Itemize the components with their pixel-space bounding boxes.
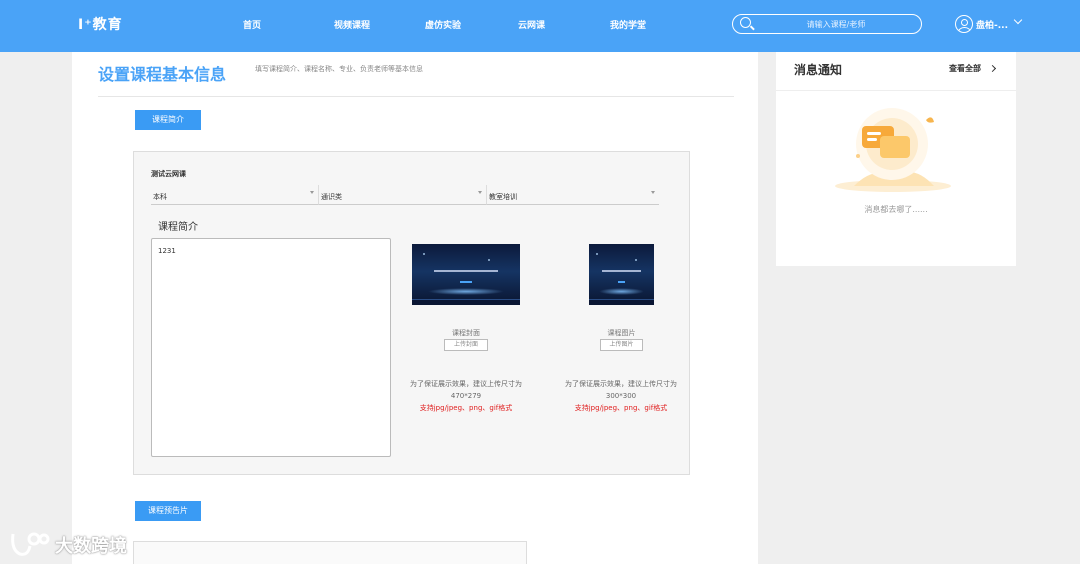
chevron-down-icon[interactable] [1013, 15, 1023, 25]
page-title: 设置课程基本信息 [98, 65, 227, 84]
dropdown-arrow-icon [651, 191, 655, 194]
page-subtitle: 填写课程简介、课程名称、专业、负责老师等基本信息 [255, 65, 423, 73]
cover-size-hint: 为了保证展示效果，建议上传尺寸为470*279 支持jpg/jpeg、png、g… [406, 378, 526, 414]
course-picture-image [589, 244, 654, 305]
upload-cover-button[interactable]: 上传封面 [444, 339, 488, 351]
view-all-link[interactable]: 查看全部 [949, 63, 981, 74]
notification-title: 消息通知 [794, 63, 843, 77]
category-select[interactable]: 通识类 [319, 185, 487, 205]
user-name[interactable]: 盘柏-... [976, 18, 1008, 31]
nav-my-school[interactable]: 我的学堂 [610, 18, 646, 31]
picture-size-hint: 为了保证展示效果，建议上传尺寸为300*300 支持jpg/jpeg、png、g… [561, 378, 681, 414]
level-select[interactable]: 本科 [151, 185, 319, 205]
watermark-logo-icon [11, 532, 50, 556]
nav-cloud-class[interactable]: 云网课 [518, 18, 545, 31]
level-select-value: 本科 [153, 193, 167, 201]
category-select-value: 通识类 [321, 193, 342, 201]
empty-message-icon [835, 108, 951, 192]
search-box [732, 14, 922, 34]
cover-label: 课程封面 [452, 329, 480, 337]
upload-picture-button[interactable]: 上传图片 [600, 339, 643, 351]
picture-label: 课程图片 [607, 329, 636, 337]
top-nav-bar: I⁺教育 首页 视频课程 虚仿实验 云网课 我的学堂 盘柏-... [0, 0, 1080, 52]
course-trailer-button[interactable]: 课程预告片 [135, 501, 201, 521]
course-intro-textarea[interactable] [151, 238, 391, 457]
course-name: 测试云网课 [151, 170, 186, 178]
course-info-panel: 设置课程基本信息 填写课程简介、课程名称、专业、负责老师等基本信息 课程简介 测… [72, 52, 758, 564]
course-intro-tab-button[interactable]: 课程简介 [135, 110, 201, 130]
cover-format-hint: 支持jpg/jpeg、png、gif格式 [419, 404, 513, 412]
nav-virtual-lab[interactable]: 虚仿实验 [425, 18, 461, 31]
user-avatar-icon[interactable] [955, 15, 973, 33]
picture-format-hint: 支持jpg/jpeg、png、gif格式 [574, 404, 668, 412]
course-form-box: 测试云网课 本科 通识类 教室培训 课程简介 课程封面 上传封面 为了保证展示效… [133, 151, 690, 475]
intro-label: 课程简介 [158, 222, 198, 233]
empty-message-text: 消息都去哪了...... [864, 205, 928, 214]
course-cover-image [412, 244, 520, 305]
chevron-right-icon[interactable] [988, 64, 997, 73]
notification-divider [776, 90, 1016, 91]
search-input[interactable] [761, 17, 911, 31]
title-divider [98, 96, 734, 97]
watermark-text: 大数跨境 [55, 536, 127, 557]
nav-home[interactable]: 首页 [243, 18, 261, 31]
trailer-box [133, 541, 527, 564]
notification-panel: 消息通知 查看全部 消息都去哪了...... [776, 52, 1016, 266]
dropdown-arrow-icon [310, 191, 314, 194]
dropdown-arrow-icon [478, 191, 482, 194]
type-select-value: 教室培训 [489, 193, 517, 201]
type-select[interactable]: 教室培训 [487, 185, 659, 205]
site-logo[interactable]: I⁺教育 [78, 14, 123, 34]
search-icon[interactable] [740, 17, 751, 28]
nav-video-courses[interactable]: 视频课程 [334, 18, 370, 31]
